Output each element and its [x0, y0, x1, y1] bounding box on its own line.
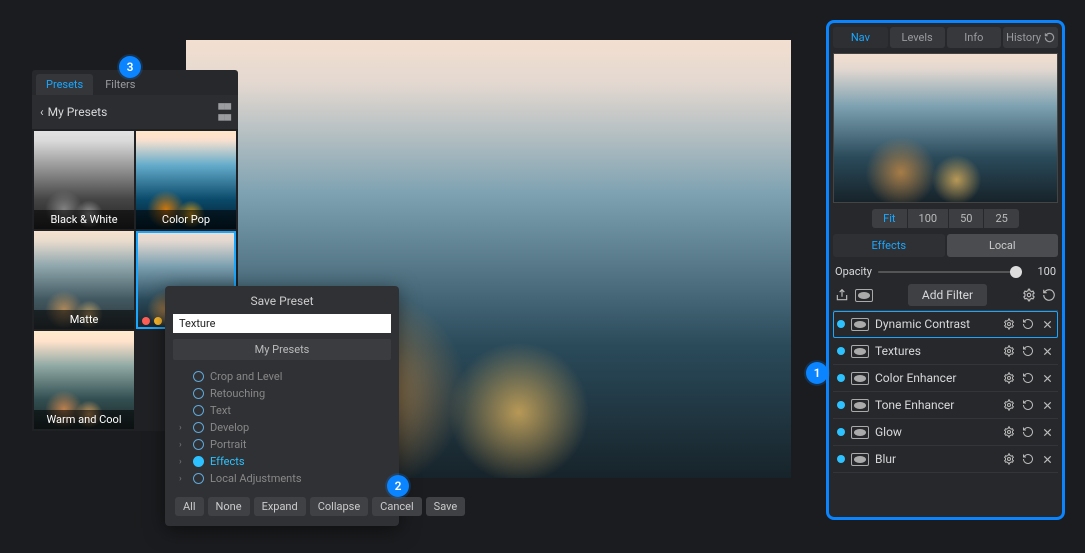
- filter-reset-icon[interactable]: [1021, 371, 1035, 385]
- tab-filters[interactable]: Filters: [95, 74, 145, 95]
- filter-mask-icon[interactable]: [851, 453, 869, 466]
- opacity-label: Opacity: [835, 265, 872, 278]
- callout-2: 2: [387, 475, 409, 497]
- save-preset-title: Save Preset: [173, 294, 391, 308]
- zoom-50[interactable]: 50: [949, 209, 983, 228]
- tab-history[interactable]: History: [1003, 27, 1058, 48]
- include-tree: Crop and Level Retouching Text ›Develop …: [173, 366, 391, 491]
- filter-visibility-toggle[interactable]: [837, 320, 845, 328]
- preset-group-button[interactable]: My Presets: [173, 339, 391, 360]
- zoom-25[interactable]: 25: [984, 209, 1018, 228]
- filter-blur[interactable]: Blur: [833, 446, 1058, 473]
- tree-portrait[interactable]: ›Portrait: [179, 436, 385, 453]
- grid-view-icon[interactable]: ◼◼◼◼: [217, 101, 230, 123]
- filter-gear-icon[interactable]: [1002, 344, 1016, 358]
- preset-color-pop[interactable]: Color Pop: [136, 131, 236, 229]
- add-filter-row: Add Filter: [833, 284, 1058, 310]
- filter-gear-icon[interactable]: [1002, 398, 1016, 412]
- callout-3: 3: [119, 56, 141, 78]
- reset-icon[interactable]: [1042, 288, 1056, 302]
- filter-visibility-toggle[interactable]: [837, 455, 845, 463]
- opacity-slider[interactable]: [878, 271, 1022, 273]
- tree-develop[interactable]: ›Develop: [179, 419, 385, 436]
- tab-levels[interactable]: Levels: [890, 27, 945, 48]
- tree-crop-and-level[interactable]: Crop and Level: [179, 368, 385, 385]
- add-filter-button[interactable]: Add Filter: [908, 284, 987, 306]
- callout-1: 1: [806, 362, 828, 384]
- export-icon[interactable]: [835, 288, 849, 302]
- filter-reset-icon[interactable]: [1021, 317, 1035, 331]
- filter-delete-icon[interactable]: [1040, 425, 1054, 439]
- filter-mask-icon[interactable]: [851, 399, 869, 412]
- inspector-panel: Nav Levels Info History Fit 100 50 25 Ef…: [826, 20, 1065, 520]
- filter-dynamic-contrast[interactable]: Dynamic Contrast: [833, 311, 1058, 338]
- tab-local[interactable]: Local: [947, 234, 1059, 257]
- opacity-row: Opacity 100: [833, 265, 1058, 284]
- opacity-value: 100: [1028, 265, 1056, 278]
- filter-mask-icon[interactable]: [851, 426, 869, 439]
- filter-reset-icon[interactable]: [1021, 452, 1035, 466]
- save-preset-popover: Save Preset My Presets Crop and Level Re…: [165, 286, 399, 526]
- filter-mask-icon[interactable]: [851, 318, 869, 331]
- collapse-button[interactable]: Collapse: [310, 497, 368, 516]
- filter-reset-icon[interactable]: [1021, 344, 1035, 358]
- tree-retouching[interactable]: Retouching: [179, 385, 385, 402]
- save-button[interactable]: Save: [426, 497, 466, 516]
- breadcrumb-label: My Presets: [48, 105, 108, 119]
- tree-effects[interactable]: ›Effects: [179, 453, 385, 470]
- filter-color-enhancer[interactable]: Color Enhancer: [833, 365, 1058, 392]
- filter-glow[interactable]: Glow: [833, 419, 1058, 446]
- filter-delete-icon[interactable]: [1040, 452, 1054, 466]
- all-button[interactable]: All: [175, 497, 204, 516]
- tab-effects[interactable]: Effects: [833, 234, 945, 257]
- navigator-thumbnail[interactable]: [833, 53, 1058, 203]
- filter-gear-icon[interactable]: [1002, 452, 1016, 466]
- filter-reset-icon[interactable]: [1021, 398, 1035, 412]
- back-chevron-icon[interactable]: ‹: [40, 105, 44, 119]
- filter-gear-icon[interactable]: [1002, 425, 1016, 439]
- filter-mask-icon[interactable]: [851, 372, 869, 385]
- preset-matte[interactable]: Matte: [34, 231, 134, 329]
- tab-nav[interactable]: Nav: [833, 27, 888, 48]
- mask-icon[interactable]: [855, 289, 873, 302]
- breadcrumb[interactable]: ‹ My Presets ◼◼◼◼: [32, 95, 238, 129]
- filter-reset-icon[interactable]: [1021, 425, 1035, 439]
- filter-delete-icon[interactable]: [1040, 398, 1054, 412]
- preset-name-input[interactable]: [173, 314, 391, 333]
- tree-local-adjustments[interactable]: ›Local Adjustments: [179, 470, 385, 487]
- zoom-fit[interactable]: Fit: [872, 209, 906, 228]
- filter-delete-icon[interactable]: [1040, 344, 1054, 358]
- zoom-controls: Fit 100 50 25: [833, 209, 1058, 228]
- filter-visibility-toggle[interactable]: [837, 428, 845, 436]
- expand-button[interactable]: Expand: [254, 497, 306, 516]
- effects-local-tabs: Effects Local: [833, 234, 1058, 257]
- preset-black-and-white[interactable]: Black & White: [34, 131, 134, 229]
- tree-text[interactable]: Text: [179, 402, 385, 419]
- filter-gear-icon[interactable]: [1002, 317, 1016, 331]
- filter-gear-icon[interactable]: [1002, 371, 1016, 385]
- none-button[interactable]: None: [208, 497, 250, 516]
- inspector-tabs: Nav Levels Info History: [833, 27, 1058, 48]
- filter-mask-icon[interactable]: [851, 345, 869, 358]
- filter-visibility-toggle[interactable]: [837, 401, 845, 409]
- dot-yellow-icon: [154, 317, 162, 325]
- tab-info[interactable]: Info: [947, 27, 1002, 48]
- filter-list: Dynamic Contrast Textures Color Enhancer…: [833, 310, 1058, 473]
- filter-textures[interactable]: Textures: [833, 338, 1058, 365]
- save-preset-buttons: All None Expand Collapse Cancel Save: [173, 491, 391, 516]
- filter-tone-enhancer[interactable]: Tone Enhancer: [833, 392, 1058, 419]
- filter-delete-icon[interactable]: [1040, 371, 1054, 385]
- filter-delete-icon[interactable]: [1040, 317, 1054, 331]
- gear-icon[interactable]: [1022, 288, 1036, 302]
- filter-visibility-toggle[interactable]: [837, 347, 845, 355]
- filter-visibility-toggle[interactable]: [837, 374, 845, 382]
- undo-icon: [1044, 32, 1055, 43]
- preset-warm-and-cool[interactable]: Warm and Cool: [34, 331, 134, 429]
- tab-presets[interactable]: Presets: [36, 74, 93, 95]
- cancel-button[interactable]: Cancel: [372, 497, 421, 516]
- zoom-100[interactable]: 100: [908, 209, 949, 228]
- dot-red-icon: [142, 317, 150, 325]
